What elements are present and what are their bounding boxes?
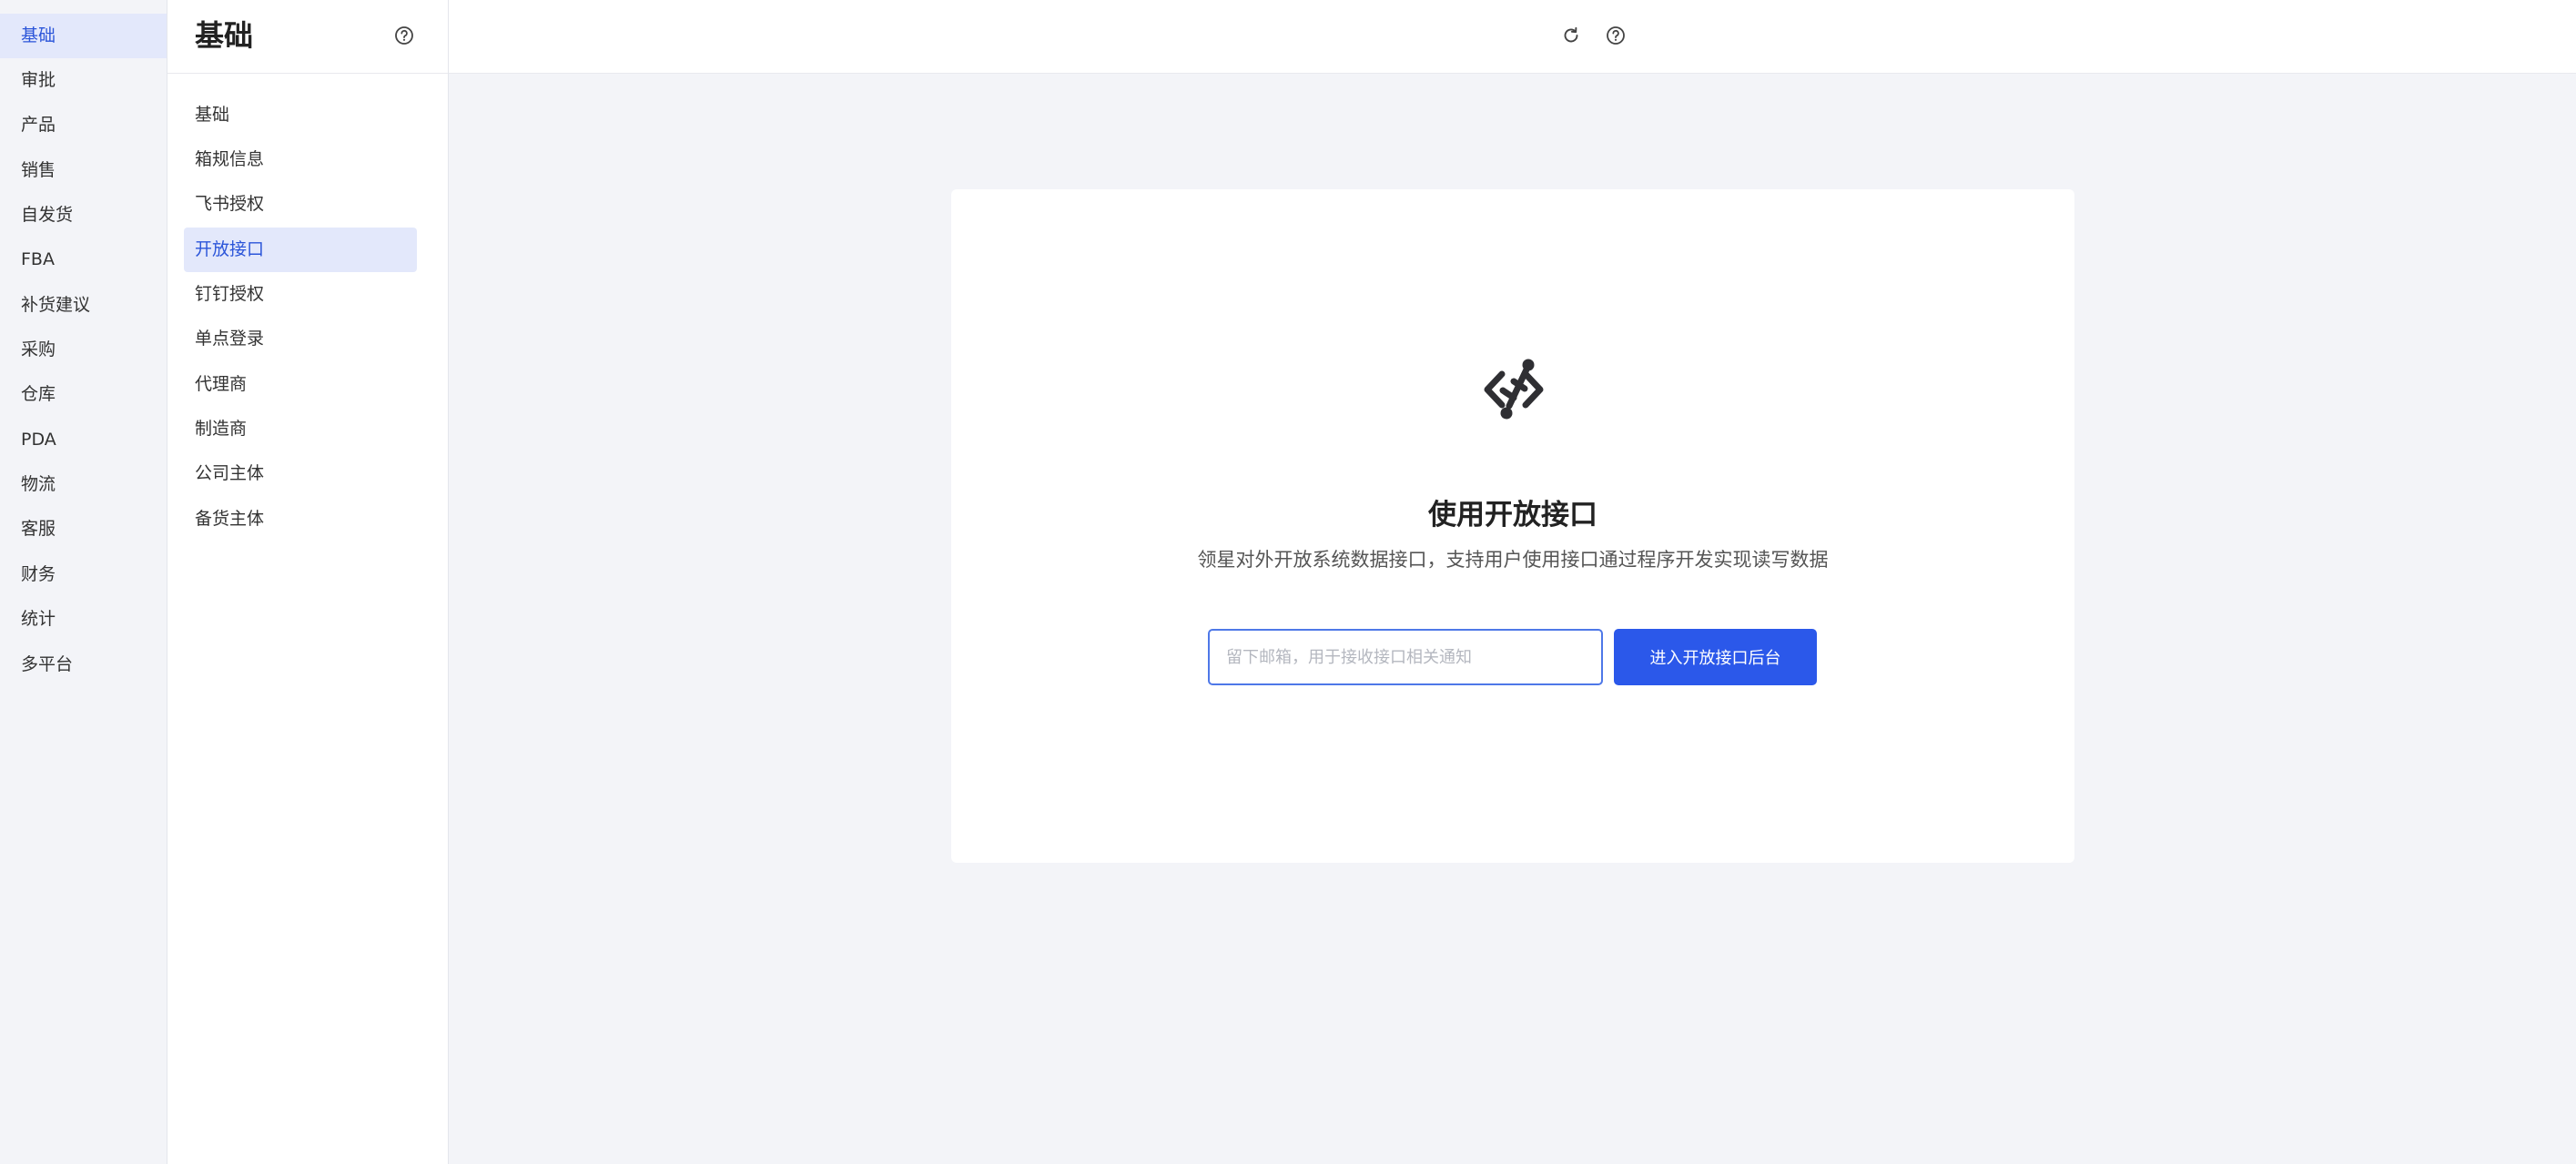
subnav-item-manufacturer[interactable]: 制造商 xyxy=(184,407,417,451)
nav-item-restock-advice[interactable]: 补货建议 xyxy=(0,283,167,328)
nav-item-warehouse[interactable]: 仓库 xyxy=(0,372,167,417)
section-title: 基础 xyxy=(195,18,254,53)
subnav-item-carton-spec[interactable]: 箱规信息 xyxy=(184,137,417,182)
subnav-item-sso[interactable]: 单点登录 xyxy=(184,317,417,361)
nav-item-purchase[interactable]: 采购 xyxy=(0,328,167,372)
card-title: 使用开放接口 xyxy=(1428,499,1597,531)
subnav-item-agent[interactable]: 代理商 xyxy=(184,362,417,407)
nav-item-approval[interactable]: 审批 xyxy=(0,58,167,103)
refresh-icon[interactable] xyxy=(1561,25,1581,46)
api-link-icon xyxy=(1484,359,1544,420)
nav-item-self-shipping[interactable]: 自发货 xyxy=(0,193,167,238)
nav-item-fba[interactable]: FBA xyxy=(0,238,167,282)
nav-item-multi-platform[interactable]: 多平台 xyxy=(0,643,167,687)
email-input[interactable] xyxy=(1208,629,1603,685)
subnav-item-dingtalk-auth[interactable]: 钉钉授权 xyxy=(184,272,417,317)
subnav-item-open-api[interactable]: 开放接口 xyxy=(184,228,417,272)
nav-item-sales[interactable]: 销售 xyxy=(0,148,167,193)
nav-item-customer-service[interactable]: 客服 xyxy=(0,507,167,552)
nav-item-product[interactable]: 产品 xyxy=(0,103,167,147)
primary-sidebar: 基础 审批 产品 销售 自发货 FBA 补货建议 采购 仓库 PDA 物流 客服… xyxy=(0,0,167,1164)
subnav-item-feishu-auth[interactable]: 飞书授权 xyxy=(184,182,417,227)
subnav-item-company-entity[interactable]: 公司主体 xyxy=(184,451,417,496)
nav-item-statistics[interactable]: 统计 xyxy=(0,597,167,642)
nav-item-finance[interactable]: 财务 xyxy=(0,552,167,597)
open-api-card: 使用开放接口 领星对外开放系统数据接口，支持用户使用接口通过程序开发实现读写数据… xyxy=(951,189,2074,863)
nav-item-basic[interactable]: 基础 xyxy=(0,14,167,58)
nav-item-logistics[interactable]: 物流 xyxy=(0,462,167,507)
secondary-sidebar-header: 基础 xyxy=(167,0,448,74)
subnav-item-stocking-entity[interactable]: 备货主体 xyxy=(184,497,417,542)
help-circle-icon[interactable] xyxy=(1606,25,1626,46)
help-circle-icon[interactable] xyxy=(394,25,414,46)
enter-open-api-button[interactable]: 进入开放接口后台 xyxy=(1614,629,1817,685)
top-bar xyxy=(449,0,2576,74)
subnav-item-basic[interactable]: 基础 xyxy=(184,93,417,137)
secondary-sidebar: 基础 基础 箱规信息 飞书授权 开放接口 钉钉授权 单点登录 代理商 制造商 公… xyxy=(167,0,449,1164)
card-description: 领星对外开放系统数据接口，支持用户使用接口通过程序开发实现读写数据 xyxy=(1197,549,1829,571)
nav-item-pda[interactable]: PDA xyxy=(0,418,167,462)
